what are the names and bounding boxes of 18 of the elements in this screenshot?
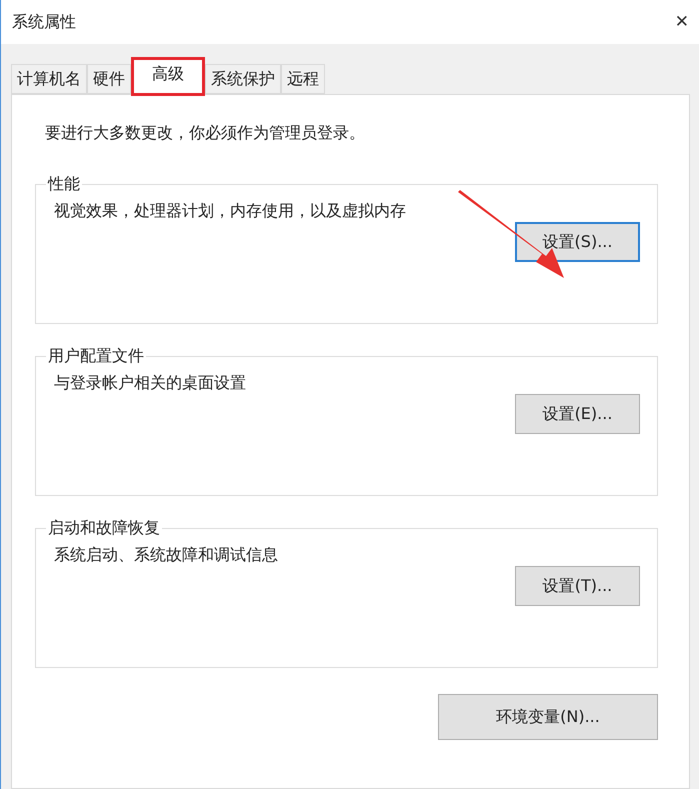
tab[interactable]: 计算机名 — [11, 64, 87, 94]
settings-button[interactable]: 设置(E)... — [515, 394, 640, 434]
window-title: 系统属性 — [12, 12, 76, 32]
group-title: 性能 — [46, 174, 81, 195]
group-description: 视觉效果，处理器计划，内存使用，以及虚拟内存 — [54, 201, 407, 222]
close-button[interactable]: ✕ — [674, 12, 689, 32]
tab[interactable]: 远程 — [281, 64, 325, 94]
tab[interactable]: 硬件 — [87, 64, 131, 94]
group-title: 用户配置文件 — [47, 346, 145, 367]
settings-button[interactable]: 设置(T)... — [515, 566, 640, 606]
group-description: 与登录帐户相关的桌面设置 — [54, 373, 247, 394]
tab[interactable]: 系统保护 — [205, 64, 281, 94]
tab[interactable]: 高级 — [131, 57, 205, 96]
group-description: 系统启动、系统故障和调试信息 — [54, 545, 279, 566]
settings-button[interactable]: 设置(S)... — [515, 222, 640, 262]
environment-variables-button[interactable]: 环境变量(N)... — [438, 694, 658, 740]
group-title: 启动和故障恢复 — [47, 518, 161, 539]
admin-notice: 要进行大多数更改，你必须作为管理员登录。 — [45, 123, 366, 144]
